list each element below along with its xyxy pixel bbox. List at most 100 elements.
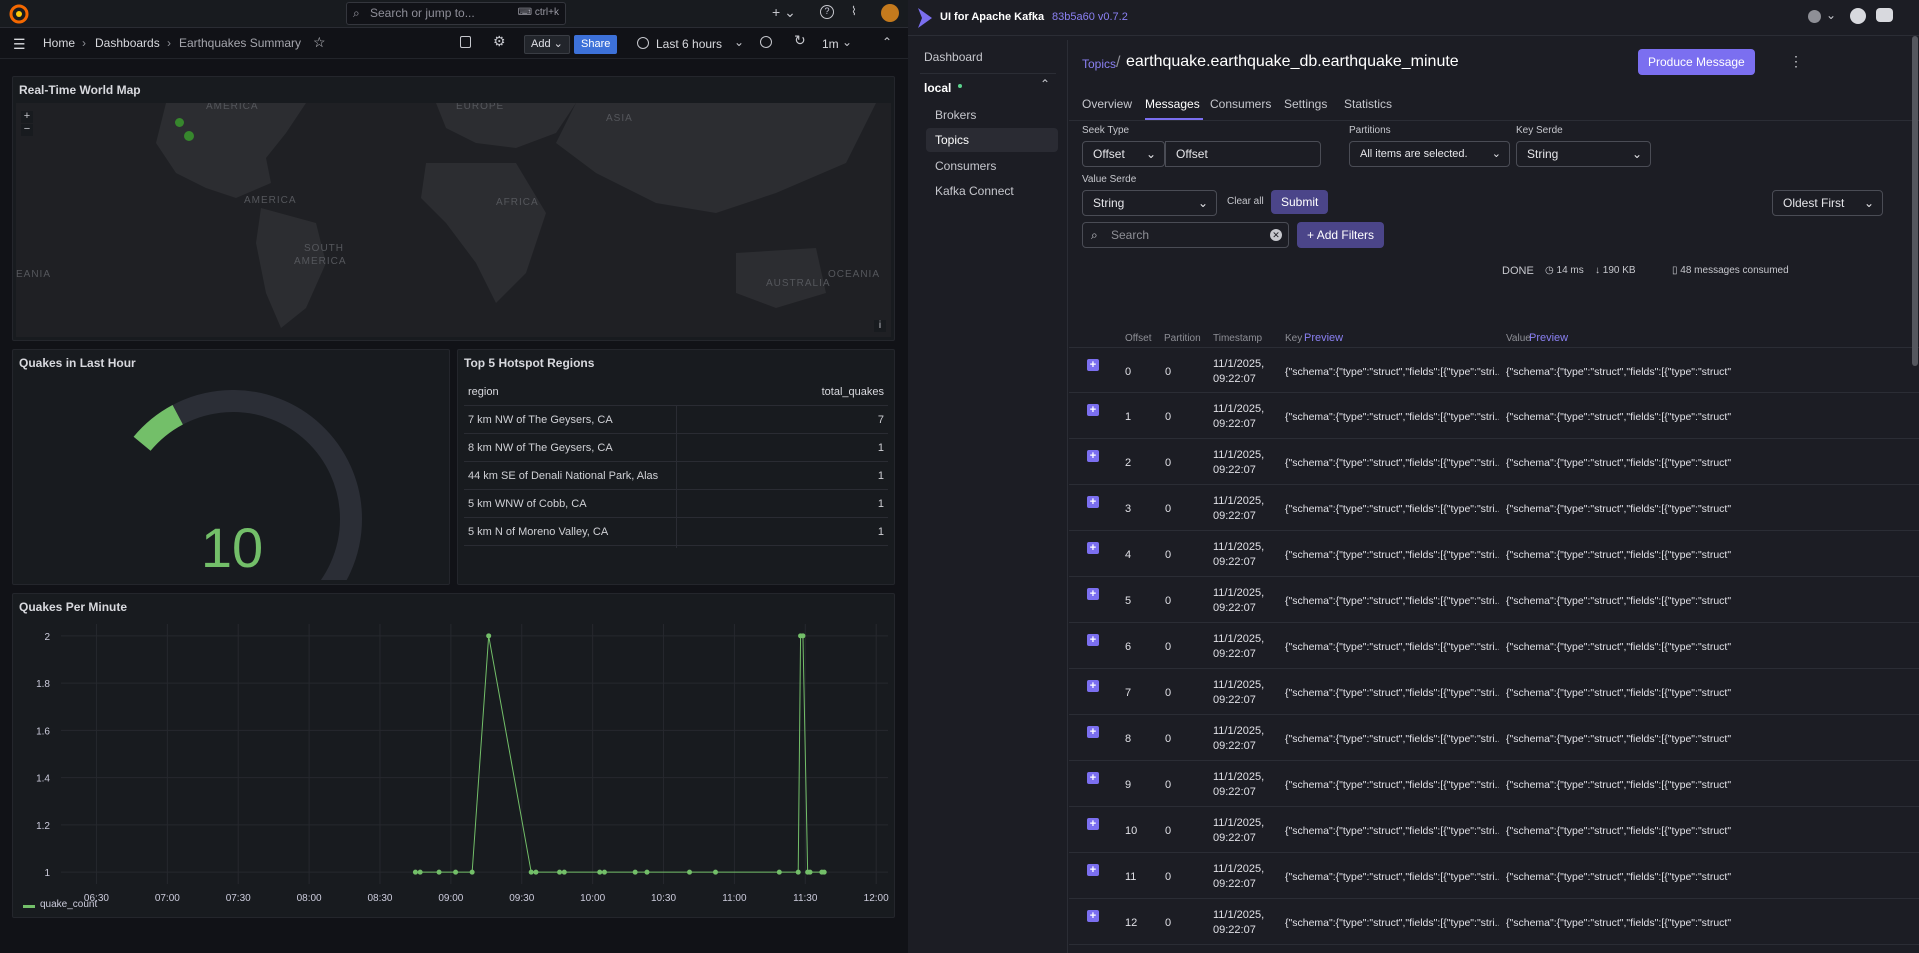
line-chart[interactable]: 06:30 07:00 07:30 08:00 08:30 09:00 09:30 10:00… <box>13 614 896 904</box>
series-line[interactable] <box>415 635 825 873</box>
discord-icon[interactable] <box>1876 8 1893 22</box>
chevron-down-icon[interactable]: ⌄ <box>734 35 744 49</box>
tab-messages[interactable]: Messages <box>1145 97 1200 111</box>
value-cell[interactable]: {"schema":{"type":"struct","fields":[{"t… <box>1506 871 1906 883</box>
key-cell[interactable]: {"schema":{"type":"struct","fields":[{"t… <box>1285 825 1499 837</box>
star-icon[interactable]: ☆ <box>313 34 326 51</box>
breadcrumb-home[interactable]: Home <box>43 36 75 50</box>
scrollbar-thumb[interactable] <box>1912 36 1918 366</box>
seek-type-select[interactable]: Offset ⌄ <box>1082 141 1165 167</box>
expand-row-icon[interactable]: + <box>1087 864 1099 876</box>
zoom-out-button[interactable]: − <box>21 124 33 136</box>
message-row[interactable]: +0 0 11/1/2025, 09:22:07 {"schema":{"type":"… <box>1069 347 1919 393</box>
data-point[interactable] <box>469 869 475 875</box>
data-point[interactable] <box>807 869 813 875</box>
data-point[interactable] <box>821 869 827 875</box>
key-cell[interactable]: {"schema":{"type":"struct","fields":[{"t… <box>1285 733 1499 745</box>
data-point[interactable] <box>453 869 459 875</box>
time-range-picker[interactable]: Last 6 hours <box>656 37 722 51</box>
sidebar-item-topics[interactable]: Topics <box>935 133 969 147</box>
tab-settings[interactable]: Settings <box>1284 97 1327 111</box>
grafana-logo[interactable] <box>9 4 29 24</box>
data-point[interactable] <box>417 869 423 875</box>
zoom-out-icon[interactable] <box>760 36 772 48</box>
column-header-region[interactable]: region <box>468 378 499 406</box>
expand-row-icon[interactable]: + <box>1087 450 1099 462</box>
search-bar[interactable]: ⌕ Search or jump to... ⌨ ctrl+k <box>346 2 566 25</box>
quake-marker[interactable] <box>184 131 194 141</box>
key-cell[interactable]: {"schema":{"type":"struct","fields":[{"t… <box>1285 549 1499 561</box>
expand-row-icon[interactable]: + <box>1087 772 1099 784</box>
cluster-name[interactable]: local <box>924 81 951 95</box>
value-preview-link[interactable]: Preview <box>1529 332 1568 344</box>
data-point[interactable] <box>412 869 418 875</box>
data-point[interactable] <box>561 869 567 875</box>
data-point[interactable] <box>528 869 534 875</box>
expand-row-icon[interactable]: + <box>1087 542 1099 554</box>
rss-icon[interactable]: ⌇ <box>851 4 857 18</box>
clear-all-button[interactable]: Clear all <box>1227 196 1264 207</box>
clear-search-icon[interactable]: ✕ <box>1270 229 1282 241</box>
expand-row-icon[interactable]: + <box>1087 496 1099 508</box>
value-cell[interactable]: {"schema":{"type":"struct","fields":[{"t… <box>1506 457 1906 469</box>
message-row[interactable]: +10 0 11/1/2025, 09:22:07 {"schema":{"type":… <box>1069 807 1919 853</box>
tab-overview[interactable]: Overview <box>1082 97 1132 111</box>
data-point[interactable] <box>795 869 801 875</box>
save-icon[interactable] <box>460 36 471 48</box>
expand-row-icon[interactable]: + <box>1087 588 1099 600</box>
produce-message-button[interactable]: Produce Message <box>1638 49 1755 75</box>
breadcrumb-topics[interactable]: Topics <box>1082 57 1116 71</box>
expand-row-icon[interactable]: + <box>1087 910 1099 922</box>
data-point[interactable] <box>601 869 607 875</box>
value-cell[interactable]: {"schema":{"type":"struct","fields":[{"t… <box>1506 779 1906 791</box>
message-row[interactable]: +4 0 11/1/2025, 09:22:07 {"schema":{"type":"… <box>1069 531 1919 577</box>
data-point[interactable] <box>557 869 563 875</box>
partitions-select[interactable]: All items are selected. ⌄ <box>1349 141 1510 167</box>
chevron-down-icon[interactable]: ⌄ <box>842 35 852 49</box>
message-search-input[interactable]: ⌕ Search ✕ <box>1082 222 1289 248</box>
key-cell[interactable]: {"schema":{"type":"struct","fields":[{"t… <box>1285 917 1499 929</box>
data-point[interactable] <box>713 869 719 875</box>
key-cell[interactable]: {"schema":{"type":"struct","fields":[{"t… <box>1285 366 1499 378</box>
app-version[interactable]: 83b5a60 v0.7.2 <box>1052 11 1128 23</box>
message-row[interactable]: +9 0 11/1/2025, 09:22:07 {"schema":{"type":"… <box>1069 761 1919 807</box>
quake-marker[interactable] <box>175 118 184 127</box>
expand-row-icon[interactable]: + <box>1087 634 1099 646</box>
settings-gear-icon[interactable]: ⚙ <box>493 33 506 50</box>
value-cell[interactable]: {"schema":{"type":"struct","fields":[{"t… <box>1506 641 1906 653</box>
breadcrumb-dashboards[interactable]: Dashboards <box>95 36 160 50</box>
github-icon[interactable] <box>1850 8 1866 24</box>
value-cell[interactable]: {"schema":{"type":"struct","fields":[{"t… <box>1506 825 1906 837</box>
message-row[interactable]: +12 0 11/1/2025, 09:22:07 {"schema":{"type":… <box>1069 899 1919 945</box>
value-cell[interactable]: {"schema":{"type":"struct","fields":[{"t… <box>1506 411 1906 423</box>
share-button[interactable]: Share <box>574 35 618 54</box>
sidebar-item-consumers[interactable]: Consumers <box>935 159 996 173</box>
offset-input[interactable]: Offset <box>1165 141 1321 167</box>
key-serde-select[interactable]: String ⌄ <box>1516 141 1651 167</box>
data-point[interactable] <box>533 869 539 875</box>
value-cell[interactable]: {"schema":{"type":"struct","fields":[{"t… <box>1506 733 1906 745</box>
legend-label[interactable]: quake_count <box>40 899 97 910</box>
data-point[interactable] <box>776 869 782 875</box>
message-row[interactable]: +13011/1/2025,09:22:07{"schema":{"type":… <box>1069 945 1919 953</box>
map-info-button[interactable]: i <box>874 320 886 332</box>
value-cell[interactable]: {"schema":{"type":"struct","fields":[{"t… <box>1506 366 1906 378</box>
new-icon[interactable]: + ⌄ <box>772 4 796 21</box>
message-row[interactable]: +3 0 11/1/2025, 09:22:07 {"schema":{"type":"… <box>1069 485 1919 531</box>
data-point[interactable] <box>800 633 806 639</box>
message-row[interactable]: +2 0 11/1/2025, 09:22:07 {"schema":{"type":"… <box>1069 439 1919 485</box>
key-cell[interactable]: {"schema":{"type":"struct","fields":[{"t… <box>1285 871 1499 883</box>
chevron-up-icon[interactable]: ⌃ <box>1040 77 1050 91</box>
key-cell[interactable]: {"schema":{"type":"struct","fields":[{"t… <box>1285 503 1499 515</box>
value-cell[interactable]: {"schema":{"type":"struct","fields":[{"t… <box>1506 595 1906 607</box>
message-row[interactable]: +11 0 11/1/2025, 09:22:07 {"schema":{"type":… <box>1069 853 1919 899</box>
message-row[interactable]: +7 0 11/1/2025, 09:22:07 {"schema":{"type":"… <box>1069 669 1919 715</box>
message-row[interactable]: +6 0 11/1/2025, 09:22:07 {"schema":{"type":"… <box>1069 623 1919 669</box>
menu-icon[interactable]: ☰ <box>13 36 26 53</box>
expand-row-icon[interactable]: + <box>1087 818 1099 830</box>
key-cell[interactable]: {"schema":{"type":"struct","fields":[{"t… <box>1285 411 1499 423</box>
avatar[interactable] <box>881 4 899 22</box>
sort-order-select[interactable]: Oldest First ⌄ <box>1772 190 1883 216</box>
value-cell[interactable]: {"schema":{"type":"struct","fields":[{"t… <box>1506 549 1906 561</box>
value-cell[interactable]: {"schema":{"type":"struct","fields":[{"t… <box>1506 687 1906 699</box>
